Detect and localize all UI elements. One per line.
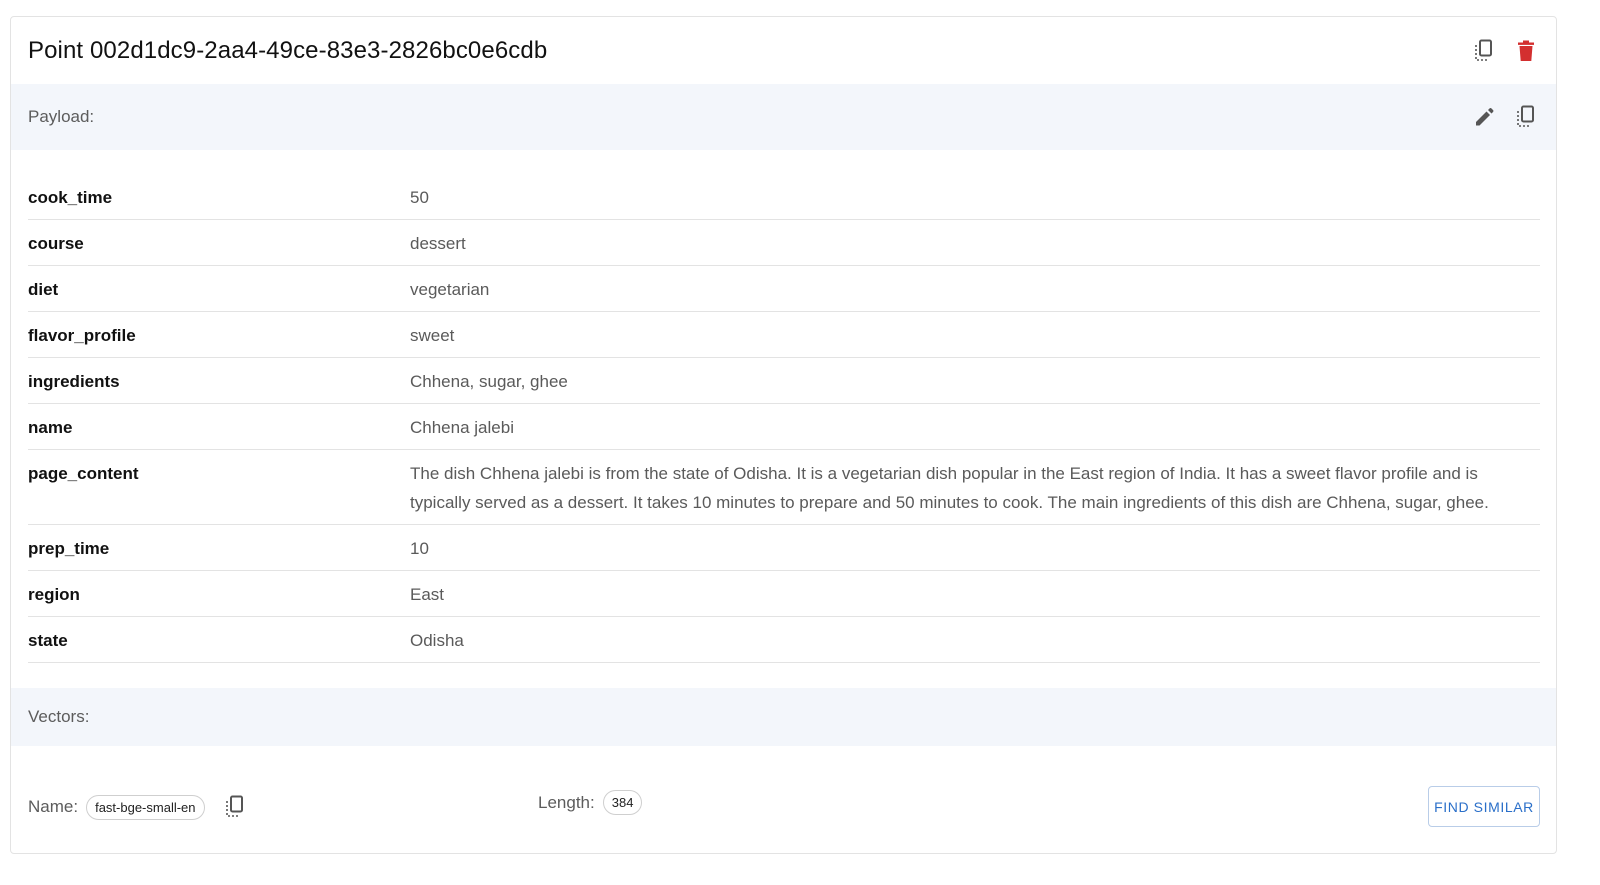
payload-row-state: state Odisha (28, 617, 1540, 663)
vectors-label: Vectors: (28, 707, 90, 726)
payload-key: region (28, 585, 80, 604)
payload-value: East (410, 585, 445, 604)
payload-section-header: Payload: (11, 84, 1556, 150)
payload-row-prep-time: prep_time 10 (28, 525, 1540, 571)
payload-key: page_content (28, 464, 139, 483)
payload-row-ingredients: ingredients Chhena, sugar, ghee (28, 358, 1540, 404)
payload-key: flavor_profile (28, 326, 136, 345)
copy-icon (1517, 105, 1534, 127)
payload-key: course (28, 234, 84, 253)
payload-value: 10 (410, 539, 429, 558)
payload-row-page-content: page_content The dish Chhena jalebi is f… (28, 450, 1540, 525)
payload-value: Odisha (410, 631, 464, 650)
copy-icon (1475, 39, 1492, 61)
payload-actions (1470, 103, 1540, 131)
payload-row-name: name Chhena jalebi (28, 404, 1540, 450)
find-similar-button[interactable]: FIND SIMILAR (1428, 786, 1540, 827)
payload-row-cook-time: cook_time 50 (28, 174, 1540, 220)
pencil-icon (1476, 108, 1494, 126)
payload-key: state (28, 631, 68, 650)
edit-payload-button[interactable] (1470, 103, 1498, 131)
payload-value: Chhena, sugar, ghee (410, 372, 568, 391)
payload-key: diet (28, 280, 59, 299)
delete-point-button[interactable] (1512, 37, 1540, 65)
copy-icon (225, 795, 243, 817)
vector-length-label: Length: (538, 792, 595, 812)
vector-row: Name: fast-bge-small-en Length: 384 FIND… (11, 746, 1556, 856)
payload-value: The dish Chhena jalebi is from the state… (410, 464, 1489, 512)
payload-value: vegetarian (410, 280, 490, 299)
payload-row-flavor-profile: flavor_profile sweet (28, 312, 1540, 358)
header-actions (1470, 37, 1540, 65)
vector-length: Length: 384 (538, 790, 643, 815)
payload-label: Payload: (28, 107, 95, 126)
point-header: Point 002d1dc9-2aa4-49ce-83e3-2826bc0e6c… (11, 17, 1556, 84)
point-title: Point 002d1dc9-2aa4-49ce-83e3-2826bc0e6c… (28, 36, 548, 64)
payload-value: dessert (410, 234, 466, 253)
payload-key: ingredients (28, 372, 120, 391)
vectors-section-header: Vectors: (11, 688, 1556, 746)
payload-table: cook_time 50 course dessert diet vegetar… (11, 150, 1556, 663)
payload-value: sweet (410, 326, 455, 345)
payload-key: prep_time (28, 539, 110, 558)
copy-vector-button[interactable] (221, 793, 249, 821)
copy-point-button[interactable] (1470, 37, 1498, 65)
payload-row-region: region East (28, 571, 1540, 617)
vector-name-label: Name: (28, 797, 79, 816)
vector-name: Name: fast-bge-small-en (28, 793, 249, 821)
vector-length-chip: 384 (602, 790, 643, 815)
payload-value: Chhena jalebi (410, 418, 514, 437)
point-card: Point 002d1dc9-2aa4-49ce-83e3-2826bc0e6c… (10, 16, 1557, 854)
payload-key: cook_time (28, 188, 113, 207)
copy-payload-button[interactable] (1512, 103, 1540, 131)
trash-icon (1518, 40, 1534, 61)
vector-name-chip: fast-bge-small-en (86, 794, 205, 820)
payload-row-course: course dessert (28, 220, 1540, 266)
payload-key: name (28, 418, 73, 437)
payload-value: 50 (410, 188, 429, 207)
payload-row-diet: diet vegetarian (28, 266, 1540, 312)
